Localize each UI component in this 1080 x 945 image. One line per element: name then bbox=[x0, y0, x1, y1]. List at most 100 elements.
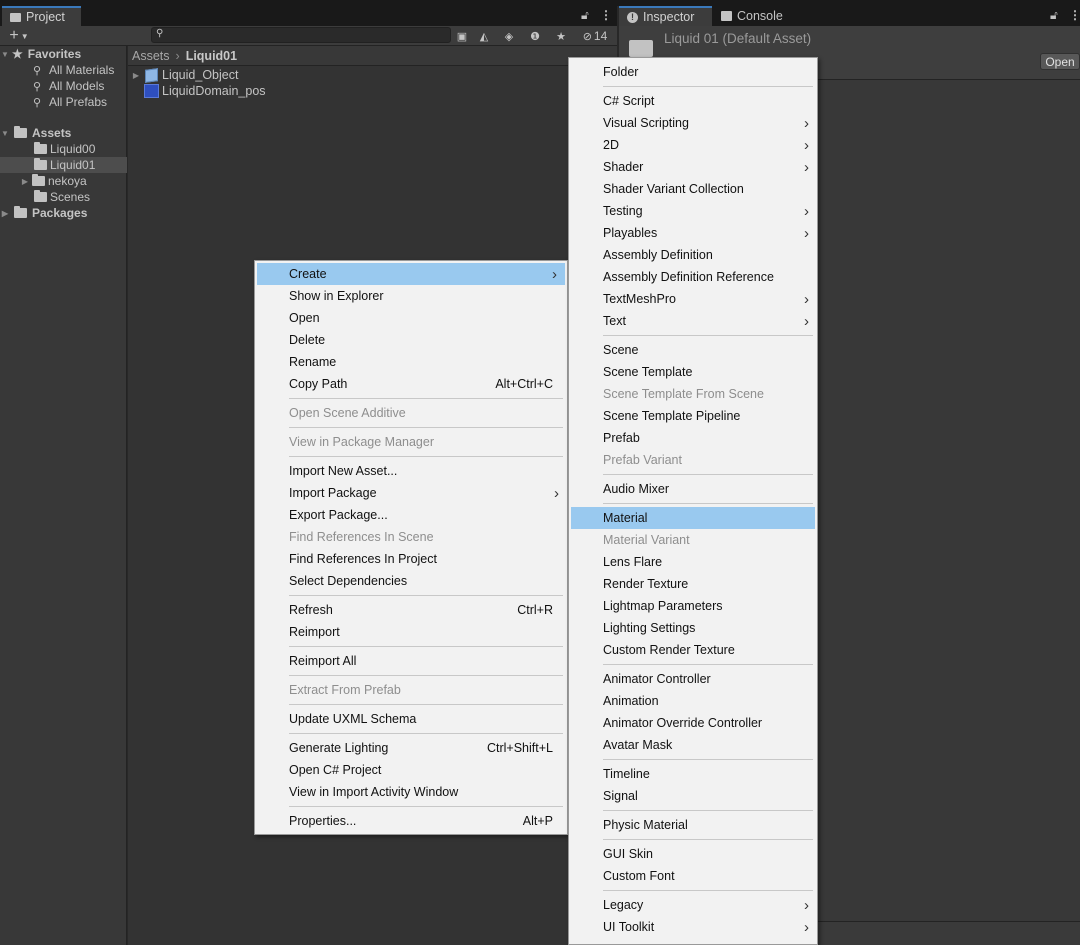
menu-item-physic-material[interactable]: Physic Material bbox=[569, 814, 817, 836]
menu-item-shader-variant-collection[interactable]: Shader Variant Collection bbox=[569, 178, 817, 200]
menu-item-generate-lighting[interactable]: Generate Lighting Ctrl+Shift+L bbox=[255, 737, 567, 759]
menu-item-animator-override-controller[interactable]: Animator Override Controller bbox=[569, 712, 817, 734]
menu-item-label: Material bbox=[603, 511, 648, 525]
menu-item-assembly-definition[interactable]: Assembly Definition bbox=[569, 244, 817, 266]
menu-item-label: Select Dependencies bbox=[289, 574, 408, 588]
inspector-lock-icon[interactable]: 🔓︎ bbox=[1050, 8, 1058, 23]
menu-item-copy-path[interactable]: Copy Path Alt+Ctrl+C bbox=[255, 373, 567, 395]
menu-item-view-in-import-activity-window[interactable]: View in Import Activity Window bbox=[255, 781, 567, 803]
menu-item-lighting-settings[interactable]: Lighting Settings bbox=[569, 617, 817, 639]
menu-item-animation[interactable]: Animation bbox=[569, 690, 817, 712]
menu-item-rename[interactable]: Rename bbox=[255, 351, 567, 373]
menu-item-delete[interactable]: Delete bbox=[255, 329, 567, 351]
menu-item-timeline[interactable]: Timeline bbox=[569, 763, 817, 785]
breadcrumb-root[interactable]: Assets bbox=[132, 49, 170, 63]
tree-item-liquid00[interactable]: Liquid00 bbox=[0, 141, 127, 157]
menu-item-2d[interactable]: 2D › bbox=[569, 134, 817, 156]
menu-item-lightmap-parameters[interactable]: Lightmap Parameters bbox=[569, 595, 817, 617]
tree-item-all-prefabs[interactable]: ⚲ All Prefabs bbox=[0, 94, 127, 110]
menu-separator bbox=[603, 810, 813, 811]
plus-icon: + bbox=[9, 27, 19, 44]
menu-item-shader[interactable]: Shader › bbox=[569, 156, 817, 178]
menu-item-lens-flare[interactable]: Lens Flare bbox=[569, 551, 817, 573]
collapse-arrow-icon[interactable]: ▶ bbox=[131, 71, 141, 80]
dropdown-arrow-icon: ▼ bbox=[20, 31, 29, 41]
filter-by-log-icon[interactable]: ❶ bbox=[524, 27, 546, 45]
collapse-arrow-icon[interactable]: ▶ bbox=[0, 209, 10, 218]
list-item[interactable]: ▶ Liquid_Object bbox=[131, 67, 238, 83]
menu-item-legacy[interactable]: Legacy › bbox=[569, 894, 817, 916]
expand-arrow-icon[interactable]: ▼ bbox=[0, 129, 10, 138]
menu-item-export-package[interactable]: Export Package... bbox=[255, 504, 567, 526]
menu-item-custom-render-texture[interactable]: Custom Render Texture bbox=[569, 639, 817, 661]
menu-item-label: Playables bbox=[603, 226, 658, 240]
menu-item-scene-template[interactable]: Scene Template bbox=[569, 361, 817, 383]
breadcrumb-current[interactable]: Liquid01 bbox=[186, 49, 237, 63]
menu-item-folder[interactable]: Folder bbox=[569, 61, 817, 83]
menu-item-properties[interactable]: Properties... Alt+P bbox=[255, 810, 567, 832]
list-item[interactable]: LiquidDomain_pos bbox=[144, 83, 266, 99]
tree-item-liquid01[interactable]: Liquid01 bbox=[0, 157, 127, 173]
lock-icon[interactable]: 🔓︎ bbox=[581, 8, 589, 23]
menu-item-testing[interactable]: Testing › bbox=[569, 200, 817, 222]
tab-console[interactable]: Console bbox=[713, 6, 791, 26]
tree-item-scenes[interactable]: Scenes bbox=[0, 189, 127, 205]
search-by-type-icon[interactable]: ▣ bbox=[451, 27, 473, 45]
add-asset-button[interactable]: + ▼ bbox=[4, 27, 34, 45]
tab-project[interactable]: Project bbox=[2, 6, 81, 26]
chevron-right-icon: › bbox=[804, 158, 809, 176]
menu-item-assembly-definition-reference[interactable]: Assembly Definition Reference bbox=[569, 266, 817, 288]
menu-item-reimport-all[interactable]: Reimport All bbox=[255, 650, 567, 672]
menu-item-audio-mixer[interactable]: Audio Mixer bbox=[569, 478, 817, 500]
menu-item-find-references-in-project[interactable]: Find References In Project bbox=[255, 548, 567, 570]
inspector-kebab-icon[interactable]: ⋮ bbox=[1069, 8, 1080, 22]
menu-item-show-in-explorer[interactable]: Show in Explorer bbox=[255, 285, 567, 307]
menu-item-c-script[interactable]: C# Script bbox=[569, 90, 817, 112]
menu-item-refresh[interactable]: Refresh Ctrl+R bbox=[255, 599, 567, 621]
menu-item-playables[interactable]: Playables › bbox=[569, 222, 817, 244]
menu-item-open[interactable]: Open bbox=[255, 307, 567, 329]
menu-item-prefab[interactable]: Prefab bbox=[569, 427, 817, 449]
menu-item-avatar-mask[interactable]: Avatar Mask bbox=[569, 734, 817, 756]
filter-by-type-icon[interactable]: ◭ bbox=[473, 27, 495, 45]
menu-item-animator-controller[interactable]: Animator Controller bbox=[569, 668, 817, 690]
menu-item-open-c-project[interactable]: Open C# Project bbox=[255, 759, 567, 781]
menu-item-textmeshpro[interactable]: TextMeshPro › bbox=[569, 288, 817, 310]
shortcut-label: Ctrl+R bbox=[517, 603, 553, 617]
filter-by-label-icon[interactable]: ◈ bbox=[498, 27, 520, 45]
menu-item-create[interactable]: Create › bbox=[257, 263, 565, 285]
menu-item-import-new-asset[interactable]: Import New Asset... bbox=[255, 460, 567, 482]
menu-item-ui-toolkit[interactable]: UI Toolkit › bbox=[569, 916, 817, 938]
menu-item-update-uxml-schema[interactable]: Update UXML Schema bbox=[255, 708, 567, 730]
menu-item-text[interactable]: Text › bbox=[569, 310, 817, 332]
menu-item-select-dependencies[interactable]: Select Dependencies bbox=[255, 570, 567, 592]
tree-favorites[interactable]: ▼ ★ Favorites bbox=[0, 46, 127, 62]
menu-item-import-package[interactable]: Import Package › bbox=[255, 482, 567, 504]
tree-packages[interactable]: ▶ Packages bbox=[0, 205, 127, 221]
menu-item-visual-scripting[interactable]: Visual Scripting › bbox=[569, 112, 817, 134]
menu-item-gui-skin[interactable]: GUI Skin bbox=[569, 843, 817, 865]
menu-item-scene[interactable]: Scene bbox=[569, 339, 817, 361]
kebab-menu-icon[interactable]: ⋮ bbox=[600, 8, 612, 22]
hidden-packages-toggle[interactable]: ⊘ 14 bbox=[577, 27, 613, 45]
tree-item-all-models[interactable]: ⚲ All Models bbox=[0, 78, 127, 94]
collapse-arrow-icon[interactable]: ▶ bbox=[20, 177, 30, 186]
menu-item-signal[interactable]: Signal bbox=[569, 785, 817, 807]
menu-item-material[interactable]: Material bbox=[571, 507, 815, 529]
tree-assets[interactable]: ▼ Assets bbox=[0, 125, 127, 141]
menu-item-label: Show in Explorer bbox=[289, 289, 384, 303]
expand-arrow-icon[interactable]: ▼ bbox=[0, 50, 10, 59]
shortcut-label: Alt+P bbox=[522, 814, 553, 828]
menu-separator bbox=[289, 733, 563, 734]
open-button[interactable]: Open bbox=[1040, 53, 1080, 70]
menu-item-reimport[interactable]: Reimport bbox=[255, 621, 567, 643]
search-input[interactable]: ⚲ bbox=[151, 27, 451, 43]
tab-inspector[interactable]: ! Inspector bbox=[619, 6, 712, 26]
menu-item-render-texture[interactable]: Render Texture bbox=[569, 573, 817, 595]
tree-item-nekoya[interactable]: ▶ nekoya bbox=[0, 173, 127, 189]
menu-item-scene-template-pipeline[interactable]: Scene Template Pipeline bbox=[569, 405, 817, 427]
tree-item-all-materials[interactable]: ⚲ All Materials bbox=[0, 62, 127, 78]
menu-item-prefab-variant: Prefab Variant bbox=[569, 449, 817, 471]
menu-item-custom-font[interactable]: Custom Font bbox=[569, 865, 817, 887]
favorite-star-icon[interactable]: ★ bbox=[550, 27, 572, 45]
